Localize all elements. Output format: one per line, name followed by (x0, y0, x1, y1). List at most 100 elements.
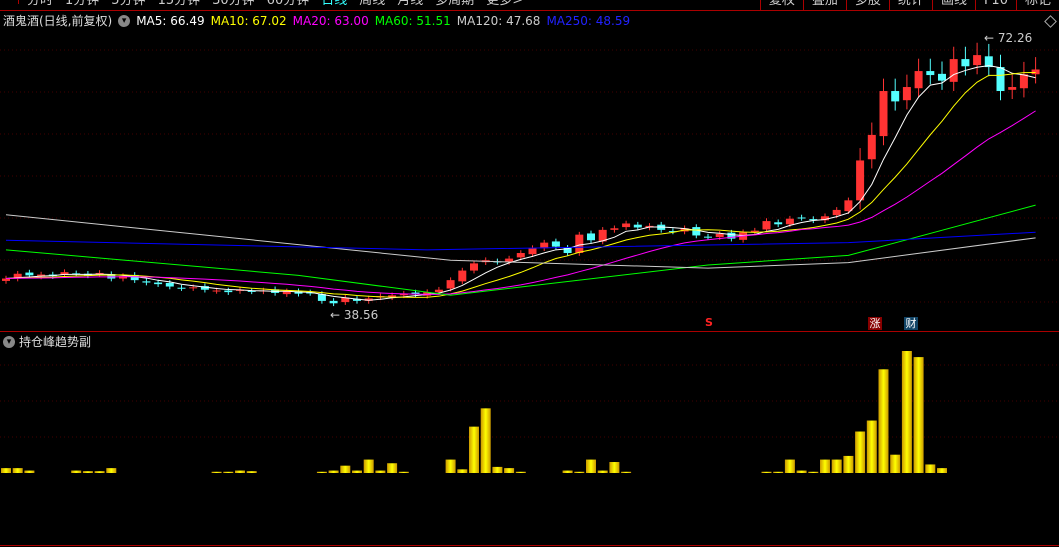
volume-bar (82, 471, 93, 473)
candle-body (551, 241, 560, 247)
candle-body (1019, 74, 1028, 89)
volume-bar (363, 459, 374, 473)
cai-marker[interactable]: 财 (904, 317, 918, 330)
signal-s-marker[interactable]: S (705, 316, 713, 329)
volume-bar (398, 471, 409, 473)
volume-bar (609, 462, 620, 473)
volume-bar (586, 459, 596, 473)
candle-body (224, 290, 233, 293)
candle-body (762, 221, 771, 230)
candle-body (446, 280, 455, 289)
volume-bar (621, 471, 632, 473)
candle-body (867, 134, 876, 160)
candle-body (610, 228, 619, 230)
sub-panel-header: ▾ 持仓峰趋势副 (3, 333, 91, 350)
volume-bar (855, 431, 866, 473)
sub-panel-title: 持仓峰趋势副 (19, 335, 92, 349)
candle-body (879, 91, 888, 137)
candle-body (154, 282, 163, 285)
panel-divider (0, 331, 1059, 332)
ma250-line (5, 231, 1036, 251)
volume-bar (352, 470, 362, 473)
volume-bar (925, 464, 936, 473)
volume-bar (808, 471, 819, 473)
candle-body (1031, 69, 1040, 75)
candle-body (774, 222, 783, 225)
volume-bar (246, 471, 257, 473)
volume-bar (562, 470, 573, 473)
volume-bar (761, 471, 772, 473)
candle-body (329, 300, 338, 304)
volume-bar (316, 471, 327, 473)
candle-body (914, 71, 923, 89)
kline-chart[interactable]: ← 72.26 ← 38.56 (0, 0, 1059, 547)
candle-body (212, 290, 221, 292)
candle-body (505, 258, 514, 262)
candle-body (587, 233, 595, 241)
volume-bar (480, 408, 491, 473)
candle-body (797, 217, 806, 219)
chevron-down-icon[interactable]: ▾ (3, 335, 15, 348)
high-price-label: ← 72.26 (984, 31, 1032, 45)
volume-bar (387, 463, 398, 473)
volume-bar (784, 459, 795, 473)
candle-body (891, 91, 900, 102)
candle-body (926, 71, 935, 76)
candle-body (458, 270, 467, 282)
volume-bar (445, 459, 456, 473)
volume-bar (901, 351, 912, 473)
volume-bar (94, 471, 105, 473)
candle-body (189, 287, 198, 289)
volume-bar (469, 426, 479, 473)
candle-body (973, 55, 982, 66)
candle-body (715, 233, 724, 238)
candle-body (434, 289, 443, 293)
volume-bar (375, 470, 386, 473)
volume-bar (574, 471, 585, 473)
volume-bar (328, 470, 339, 473)
candle-body (142, 281, 151, 283)
volume-bar (890, 454, 901, 473)
volume-bar (878, 369, 889, 473)
volume-bar (106, 468, 117, 473)
candle-body (785, 218, 794, 225)
volume-bar (796, 470, 807, 473)
candle-body (575, 234, 584, 254)
volume-bar (211, 471, 222, 473)
volume-bar (773, 471, 784, 473)
volume-bar (597, 470, 608, 473)
candle-body (633, 224, 642, 228)
ma20-line (5, 110, 1036, 295)
candle-body (996, 67, 1005, 92)
candle-body (844, 200, 853, 212)
candle-body (528, 248, 537, 255)
candle-body (25, 272, 34, 276)
volume-bar (515, 471, 526, 473)
volume-bar (937, 468, 947, 473)
candle-body (704, 236, 712, 238)
candle-body (165, 282, 174, 287)
candle-body (961, 59, 970, 67)
candle-body (622, 223, 631, 228)
zhang-marker[interactable]: 涨 (868, 317, 882, 330)
candle-body (832, 209, 841, 216)
bottom-border (0, 545, 1059, 546)
candle-body (1008, 87, 1017, 90)
volume-bar (820, 459, 830, 473)
volume-bar (492, 466, 503, 473)
volume-bar (340, 465, 351, 473)
candle-body (938, 73, 946, 81)
volume-bar (831, 459, 842, 473)
volume-bar (24, 470, 35, 473)
volume-bar (843, 455, 854, 473)
volume-bar (504, 468, 515, 473)
volume-bar (913, 357, 924, 473)
candle-body (516, 253, 525, 258)
volume-bar (71, 470, 82, 473)
volume-bar (457, 469, 468, 473)
candle-body (177, 287, 186, 289)
candle-body (692, 227, 701, 236)
low-price-label: ← 38.56 (330, 308, 378, 322)
volume-bar (223, 471, 234, 473)
volume-bar (1, 468, 11, 473)
